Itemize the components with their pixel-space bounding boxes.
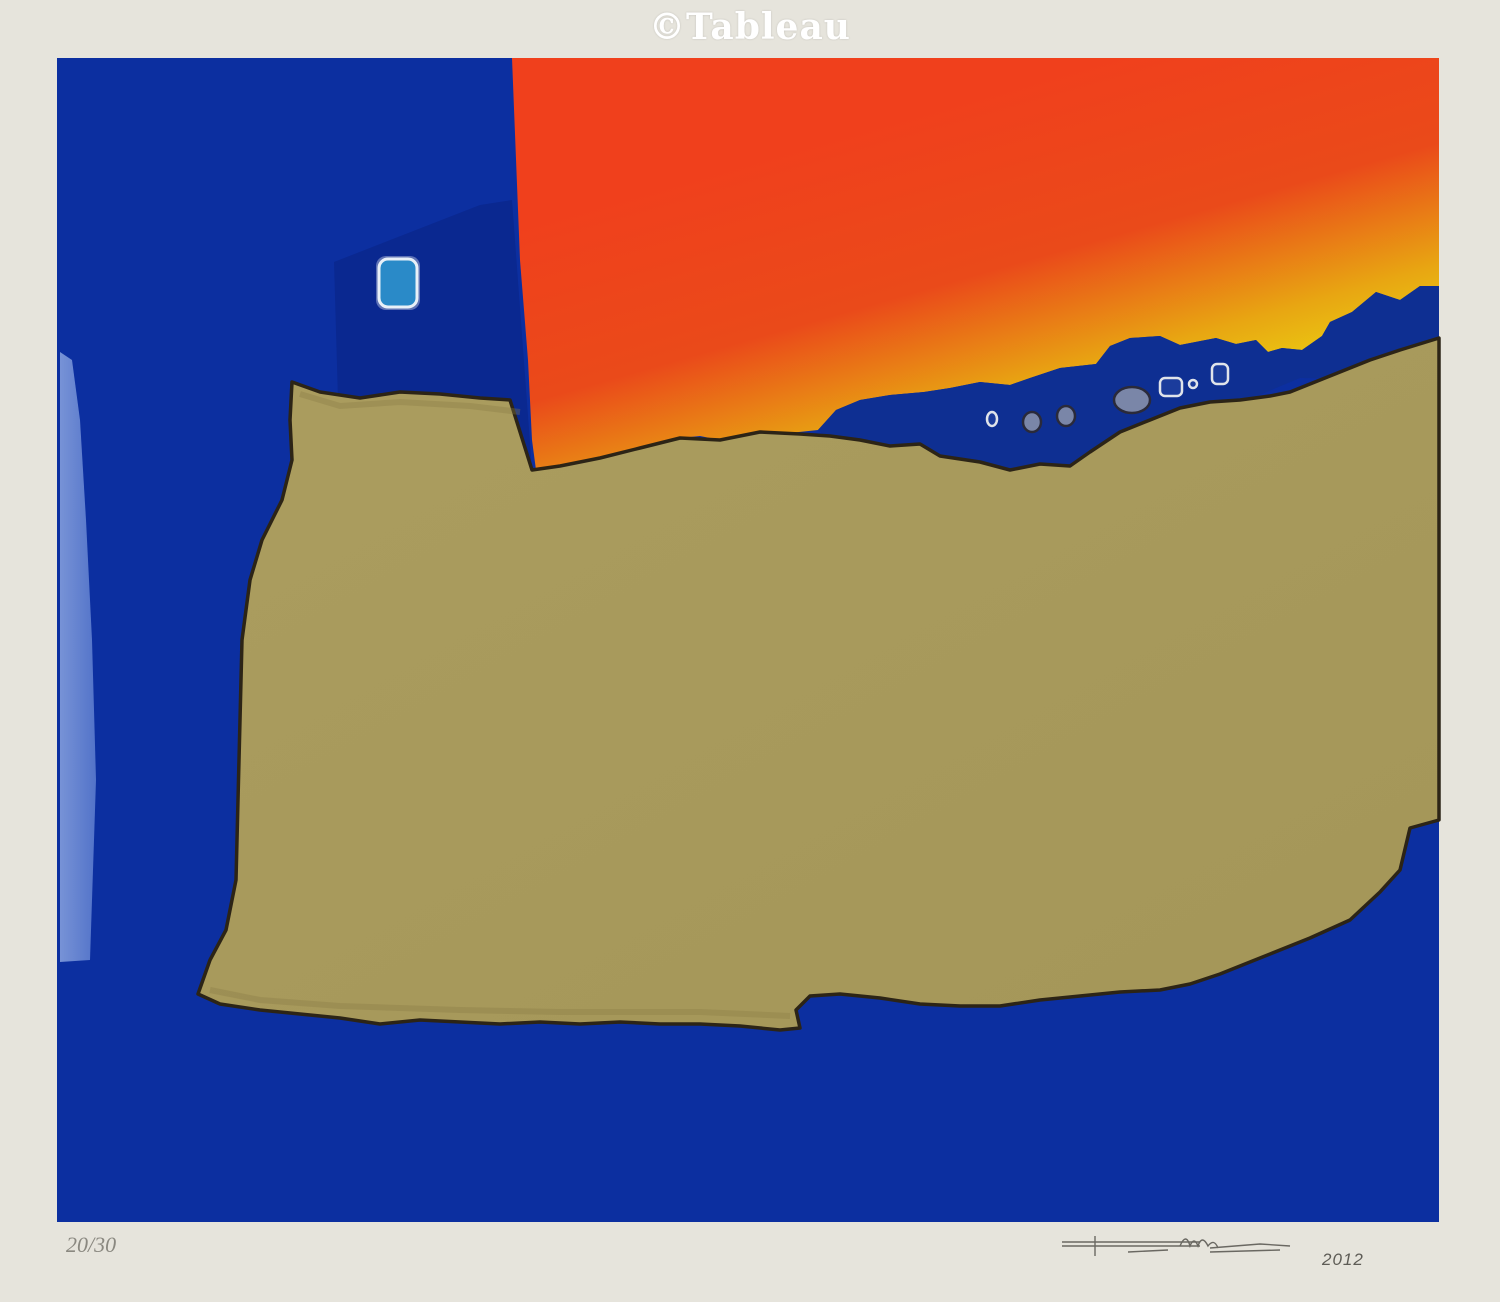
artwork-canvas — [0, 0, 1500, 1302]
window-square — [376, 256, 420, 310]
edition-number: 20/30 — [66, 1232, 117, 1257]
signature-year: 2012 — [1322, 1250, 1364, 1269]
watermark-text: ©Tableau — [649, 6, 851, 48]
ochre-landmass — [196, 336, 1441, 1032]
